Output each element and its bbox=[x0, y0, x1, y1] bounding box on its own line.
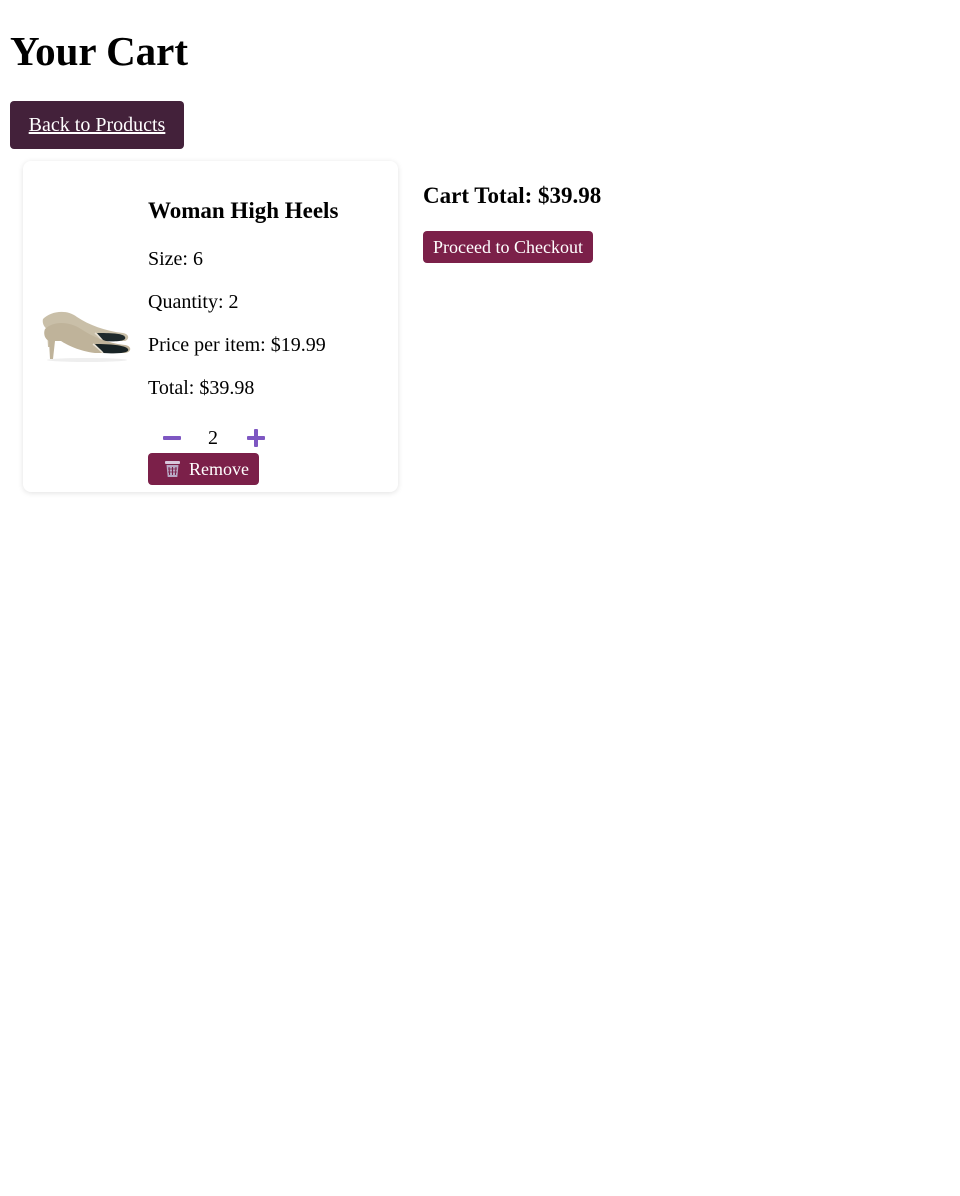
remove-button-label: Remove bbox=[189, 458, 249, 479]
minus-icon bbox=[163, 436, 181, 440]
page-title: Your Cart bbox=[10, 28, 189, 74]
product-name: Woman High Heels bbox=[148, 198, 339, 223]
remove-button[interactable]: Remove bbox=[148, 453, 259, 485]
trash-icon bbox=[165, 461, 180, 477]
cart-summary: Cart Total: $39.98 Proceed to Checkout bbox=[423, 180, 602, 263]
product-image bbox=[37, 289, 135, 363]
increase-quantity-button[interactable] bbox=[243, 425, 269, 451]
cart-page: Your Cart Back to Products Woman High He… bbox=[0, 0, 960, 1196]
item-total: Total: $39.98 bbox=[148, 377, 255, 399]
quantity-stepper: 2 bbox=[148, 425, 288, 451]
item-quantity: Quantity: 2 bbox=[148, 291, 239, 313]
high-heels-image bbox=[37, 289, 135, 363]
item-size: Size: 6 bbox=[148, 248, 203, 270]
cart-total: Cart Total: $39.98 bbox=[423, 183, 602, 208]
cart-item: Woman High Heels Size: 6 Quantity: 2 Pri… bbox=[23, 161, 398, 492]
decrease-quantity-button[interactable] bbox=[159, 425, 185, 451]
quantity-value: 2 bbox=[208, 427, 218, 449]
back-to-products-button[interactable]: Back to Products bbox=[10, 101, 184, 149]
proceed-to-checkout-button[interactable]: Proceed to Checkout bbox=[423, 231, 593, 263]
item-price: Price per item: $19.99 bbox=[148, 334, 326, 356]
plus-icon bbox=[247, 429, 265, 447]
